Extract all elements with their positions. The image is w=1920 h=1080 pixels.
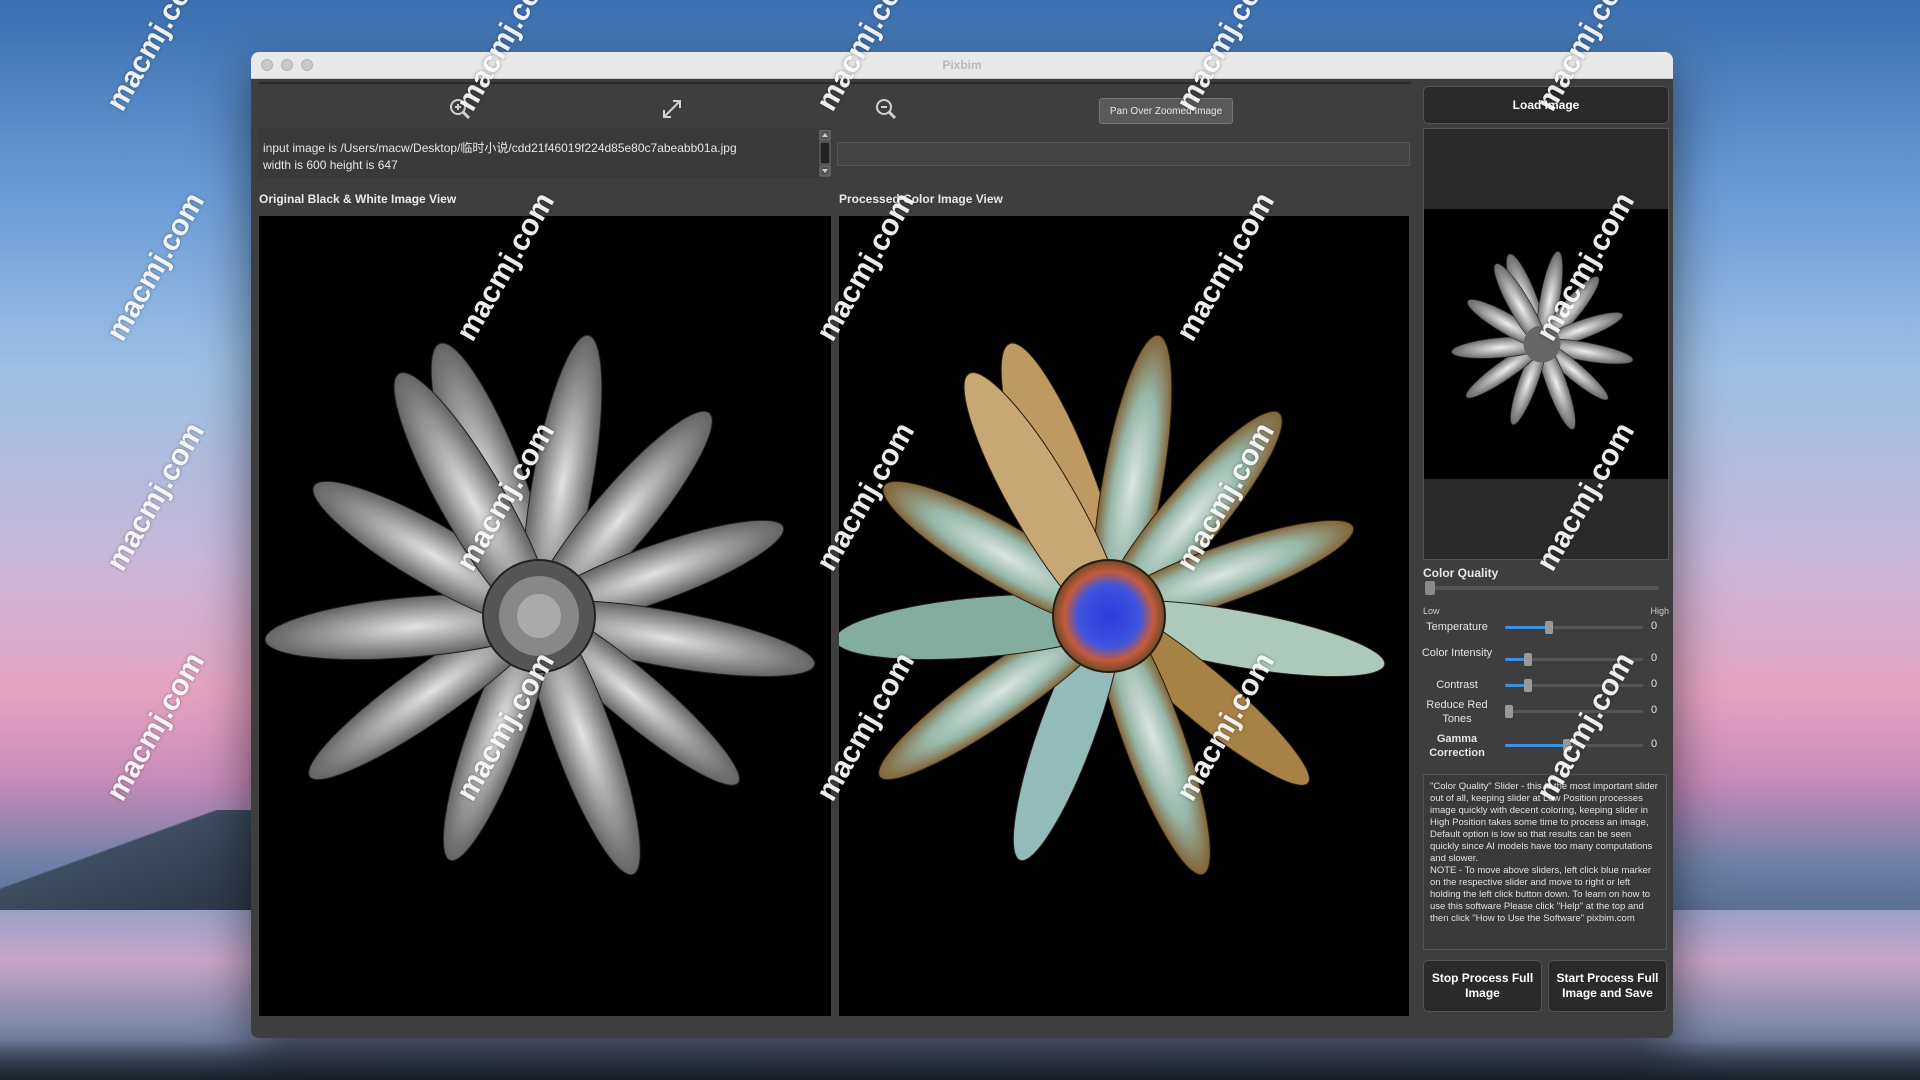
watermark: macmj.com — [100, 417, 212, 577]
color-quality-slider-knob[interactable] — [1425, 581, 1435, 595]
color-intensity-label: Color Intensity — [1421, 647, 1493, 659]
original-image-view[interactable] — [259, 216, 831, 1016]
start-process-full-image-and-save-button[interactable]: Start Process Full Image and Save — [1548, 960, 1667, 1012]
watermark: macmj.com — [100, 647, 212, 807]
thumbnail-image — [1424, 129, 1668, 559]
background-rocks — [0, 1040, 1920, 1080]
expand-icon[interactable] — [659, 96, 685, 122]
progress-field — [837, 142, 1410, 166]
info-log[interactable]: input image is /Users/macw/Desktop/临时小说/… — [259, 128, 831, 178]
reduce-red-tones-value: 0 — [1651, 704, 1658, 716]
thumbnail-preview — [1423, 128, 1669, 560]
bw-flower-image — [264, 334, 816, 876]
background-mountains — [0, 810, 260, 910]
color-quality-slider[interactable] — [1429, 586, 1659, 590]
temperature-slider[interactable] — [1505, 621, 1643, 634]
contrast-label: Contrast — [1436, 679, 1478, 691]
reduce-red-tones-slider-knob[interactable] — [1505, 705, 1513, 718]
info-input-path: input image is /Users/macw/Desktop/临时小说/… — [263, 141, 737, 155]
temperature-label: Temperature — [1426, 621, 1488, 633]
gamma-correction-slider-row: Gamma Correction 0 — [1421, 732, 1671, 762]
gamma-correction-label: Gamma Correction — [1429, 733, 1485, 759]
color-intensity-value: 0 — [1651, 652, 1658, 664]
temperature-slider-knob[interactable] — [1545, 621, 1553, 634]
info-scrollbar[interactable] — [819, 130, 831, 178]
gamma-correction-value: 0 — [1651, 738, 1658, 750]
help-text-box[interactable]: "Color Quality" Slider - this is the mos… — [1423, 774, 1667, 950]
pan-over-zoomed-image-button[interactable]: Pan Over Zoomed Image — [1099, 98, 1233, 124]
watermark: macmj.com — [100, 0, 212, 117]
window-title: Pixbim — [942, 58, 982, 72]
zoom-out-icon[interactable] — [873, 96, 899, 122]
original-view-label: Original Black & White Image View — [259, 192, 457, 206]
info-dimensions: width is 600 height is 647 — [263, 158, 398, 172]
contrast-slider-knob[interactable] — [1524, 679, 1532, 692]
reduce-red-tones-label: Reduce Red Tones — [1426, 699, 1488, 725]
contrast-value: 0 — [1651, 678, 1658, 690]
stop-process-full-image-button[interactable]: Stop Process Full Image — [1423, 960, 1542, 1012]
reduce-red-tones-slider-row: Reduce Red Tones 0 — [1421, 698, 1671, 728]
watermark: macmj.com — [100, 187, 212, 347]
color-flower-image — [839, 334, 1386, 876]
low-label: Low — [1423, 606, 1440, 616]
temperature-value: 0 — [1651, 620, 1658, 632]
process-buttons: Stop Process Full Image Start Process Fu… — [1423, 960, 1667, 1012]
high-label: High — [1650, 606, 1669, 616]
processed-image-view[interactable] — [839, 216, 1409, 1016]
color-quality-label: Color Quality — [1423, 566, 1499, 580]
help-text-note: NOTE - To move above sliders, left click… — [1430, 865, 1652, 924]
color-intensity-slider-knob[interactable] — [1524, 653, 1532, 666]
